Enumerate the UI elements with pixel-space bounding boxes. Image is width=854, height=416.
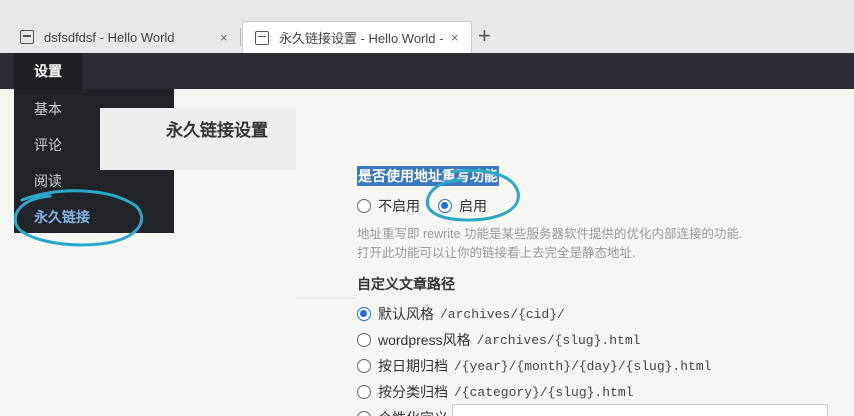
path-option-wordpress[interactable]: wordpress风格 /archives/{slug}.html [357,330,640,350]
path-option-category[interactable]: 按分类归档 /{category}/{slug}.html [357,382,633,402]
browser-tab-2-active[interactable]: 永久链接设置 - Hello World - × [242,21,472,53]
custom-path-title: 自定义文章路径 [357,276,455,292]
page-favicon-icon [255,30,269,45]
path-option-date[interactable]: 按日期归档 /{year}/{month}/{day}/{slug}.html [357,356,711,376]
path-option-custom[interactable]: 个性化定义 [357,408,448,416]
browser-tab-bar: dsfsdfdsf - Hello World × 永久链接设置 - Hello… [0,0,854,53]
radio-button-checked[interactable] [357,307,371,321]
menu-item-permalink[interactable]: 永久链接 [34,207,90,227]
rewrite-description: 打开此功能可以让你的链接看上去完全是静态地址. [357,246,636,260]
rewrite-option-enable[interactable]: 启用 [438,196,487,216]
admin-top-bar: 设置 [0,53,854,89]
radio-label: 按分类归档 [378,384,448,400]
path-option-default[interactable]: 默认风格 /archives/{cid}/ [357,304,565,324]
menu-item-comments[interactable]: 评论 [34,135,62,155]
radio-label: 个性化定义 [378,408,448,416]
rewrite-option-disable[interactable]: 不启用 [357,196,420,216]
browser-tab-1[interactable]: dsfsdfdsf - Hello World × [0,21,238,53]
page-favicon-icon [20,30,34,44]
tab-title: 永久链接设置 - Hello World - [279,31,444,46]
path-pattern: /{category}/{slug}.html [454,384,634,400]
settings-menu-button[interactable]: 设置 [14,53,82,89]
radio-button[interactable] [357,359,371,373]
close-tab-icon[interactable]: × [451,30,459,45]
menu-item-reading[interactable]: 阅读 [34,171,62,191]
menu-item-basic[interactable]: 基本 [34,99,62,119]
path-pattern: /archives/{slug}.html [476,332,641,348]
radio-label: 默认风格 [378,306,434,322]
radio-label: 按日期归档 [378,358,448,374]
path-pattern: /archives/{cid}/ [440,306,565,322]
radio-button[interactable] [357,199,371,213]
radio-label: 启用 [459,198,487,214]
radio-label: 不启用 [378,198,420,214]
tab-separator [240,28,241,46]
close-tab-icon[interactable]: × [220,30,228,45]
radio-button[interactable] [357,411,371,416]
tab-title: dsfsdfdsf - Hello World [44,29,175,45]
radio-button-checked[interactable] [438,199,452,213]
radio-button[interactable] [357,385,371,399]
divider [296,297,356,299]
custom-path-input[interactable] [452,404,828,416]
page-title: 永久链接设置 [166,121,268,140]
path-pattern: /{year}/{month}/{day}/{slug}.html [454,358,712,374]
rewrite-question-label: 是否使用地址重写功能 [357,166,499,186]
rewrite-description: 地址重写即 rewrite 功能是某些服务器软件提供的优化内部连接的功能. [357,227,743,241]
new-tab-icon[interactable]: + [478,25,491,47]
radio-button[interactable] [357,333,371,347]
radio-label: wordpress风格 [378,332,471,348]
